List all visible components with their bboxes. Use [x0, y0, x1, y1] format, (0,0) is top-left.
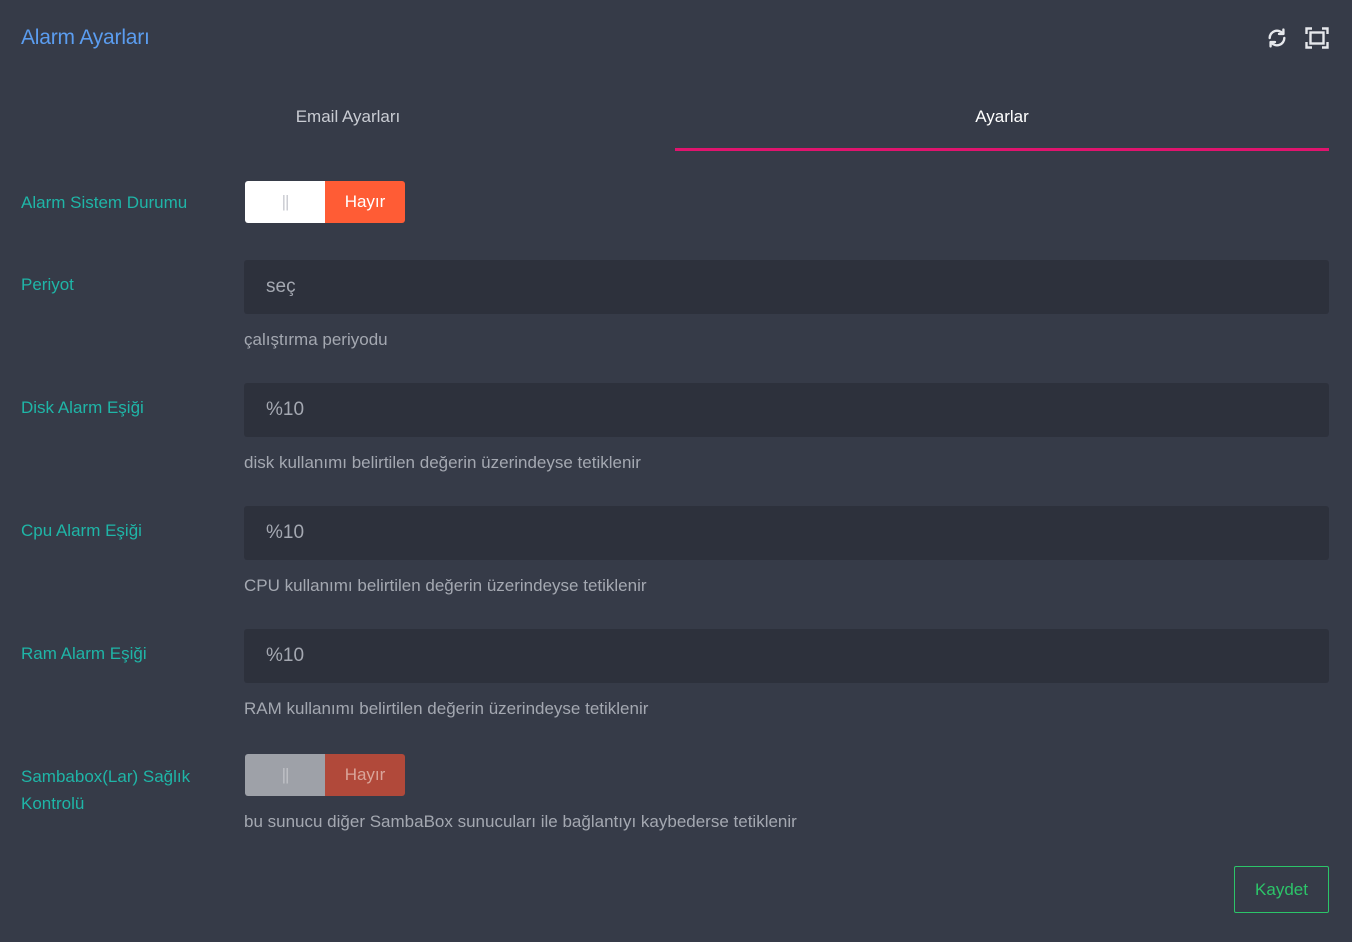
refresh-icon[interactable] — [1265, 26, 1289, 50]
period-label: Periyot — [21, 275, 74, 294]
alarm-system-status-toggle[interactable]: || Hayır — [245, 181, 405, 223]
disk-threshold-input[interactable]: %10 — [244, 383, 1329, 437]
save-button[interactable]: Kaydet — [1234, 866, 1329, 913]
toggle-handle: || — [245, 754, 325, 796]
alarm-system-status-field: || Hayır — [245, 181, 1329, 223]
disk-threshold-help: disk kullanımı belirtilen değerin üzerin… — [244, 453, 641, 472]
alarm-system-status-label: Alarm Sistem Durumu — [21, 193, 188, 212]
alarm-settings-panel: Alarm Ayarları Email Ayarları Ayarlar Al… — [0, 0, 1352, 942]
period-help: çalıştırma periyodu — [244, 330, 388, 349]
sambabox-health-help: bu sunucu diğer SambaBox sunucuları ile … — [244, 812, 797, 831]
ram-threshold-help: RAM kullanımı belirtilen değerin üzerind… — [244, 699, 649, 718]
fullscreen-icon[interactable] — [1305, 26, 1329, 50]
cpu-threshold-label: Cpu Alarm Eşiği — [21, 521, 142, 540]
settings-tabs: Email Ayarları Ayarlar — [21, 88, 1329, 151]
disk-threshold-field: %10 disk kullanımı belirtilen değerin üz… — [244, 383, 1329, 473]
panel-tools — [1265, 26, 1329, 50]
disk-threshold-label: Disk Alarm Eşiği — [21, 398, 144, 417]
period-field: seç çalıştırma periyodu — [244, 260, 1329, 350]
alarm-system-status-row: Alarm Sistem Durumu || Hayır — [21, 181, 1329, 223]
tab-settings[interactable]: Ayarlar — [675, 88, 1329, 151]
cpu-threshold-input[interactable]: %10 — [244, 506, 1329, 560]
ram-threshold-input[interactable]: %10 — [244, 629, 1329, 683]
toggle-off-label: Hayır — [325, 754, 405, 796]
toggle-handle: || — [245, 181, 325, 223]
tab-email-settings[interactable]: Email Ayarları — [21, 88, 675, 151]
ram-threshold-field: %10 RAM kullanımı belirtilen değerin üze… — [244, 629, 1329, 719]
toggle-off-label: Hayır — [325, 181, 405, 223]
sambabox-health-label: Sambabox(Lar) Sağlık Kontrolü — [21, 767, 191, 813]
cpu-threshold-help: CPU kullanımı belirtilen değerin üzerind… — [244, 576, 647, 595]
panel-title: Alarm Ayarları — [21, 26, 150, 49]
sambabox-health-field: || Hayır — [245, 754, 1329, 796]
ram-threshold-label: Ram Alarm Eşiği — [21, 644, 147, 663]
cpu-threshold-field: %10 CPU kullanımı belirtilen değerin üze… — [244, 506, 1329, 596]
period-select[interactable]: seç — [244, 260, 1329, 314]
sambabox-health-toggle[interactable]: || Hayır — [245, 754, 405, 796]
